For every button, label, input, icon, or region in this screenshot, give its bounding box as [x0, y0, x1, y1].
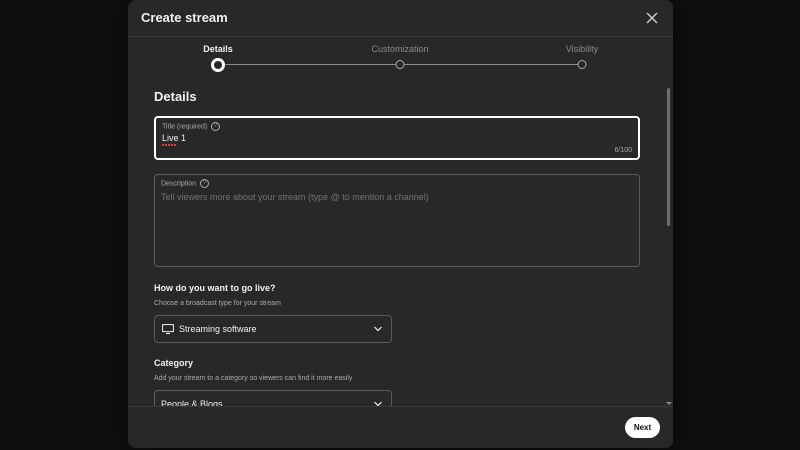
- step-details-label[interactable]: Details: [203, 44, 233, 54]
- details-form: Details Title (required)? Live 1 6/100 D…: [128, 76, 665, 407]
- title-input[interactable]: Live 1: [162, 133, 186, 143]
- title-char-counter: 6/100: [614, 147, 632, 154]
- next-button[interactable]: Next: [625, 417, 660, 438]
- help-icon[interactable]: ?: [200, 179, 210, 188]
- dialog-footer: Next: [128, 406, 673, 448]
- category-heading: Category: [154, 358, 194, 368]
- step-visibility-dot[interactable]: [577, 60, 587, 69]
- scrollbar-thumb[interactable]: [667, 88, 670, 226]
- chevron-down-icon: [374, 326, 382, 332]
- monitor-icon: [162, 324, 174, 334]
- scroll-down-arrow[interactable]: [666, 402, 672, 405]
- go-live-subtitle: Choose a broadcast type for your stream: [154, 300, 281, 307]
- title-field[interactable]: Title (required)? Live 1 6/100: [154, 116, 640, 160]
- dialog-title: Create stream: [141, 10, 228, 25]
- description-field-label: Description: [161, 180, 197, 188]
- description-field[interactable]: Description? Tell viewers more about you…: [154, 174, 640, 267]
- category-subtitle: Add your stream to a category so viewers…: [154, 375, 353, 382]
- help-icon[interactable]: ?: [211, 122, 221, 131]
- close-icon[interactable]: [645, 11, 659, 25]
- category-select[interactable]: People & Blogs: [154, 390, 392, 407]
- step-details-dot[interactable]: [211, 58, 225, 72]
- spellcheck-underline: [162, 144, 176, 146]
- create-stream-dialog: Create stream Details Customization Visi…: [128, 0, 673, 448]
- step-visibility-label[interactable]: Visibility: [566, 44, 598, 54]
- broadcast-type-value: Streaming software: [179, 324, 257, 334]
- stepper: Details Customization Visibility: [128, 36, 673, 76]
- dialog-header: Create stream: [128, 0, 673, 37]
- step-customization-label[interactable]: Customization: [371, 44, 428, 54]
- broadcast-type-select[interactable]: Streaming software: [154, 315, 392, 343]
- section-heading: Details: [154, 89, 197, 104]
- go-live-question: How do you want to go live?: [154, 283, 276, 293]
- step-customization-dot[interactable]: [395, 60, 405, 69]
- title-field-label: Title (required): [162, 123, 208, 131]
- scrollbar[interactable]: [665, 76, 673, 407]
- description-input[interactable]: Tell viewers more about your stream (typ…: [161, 192, 429, 202]
